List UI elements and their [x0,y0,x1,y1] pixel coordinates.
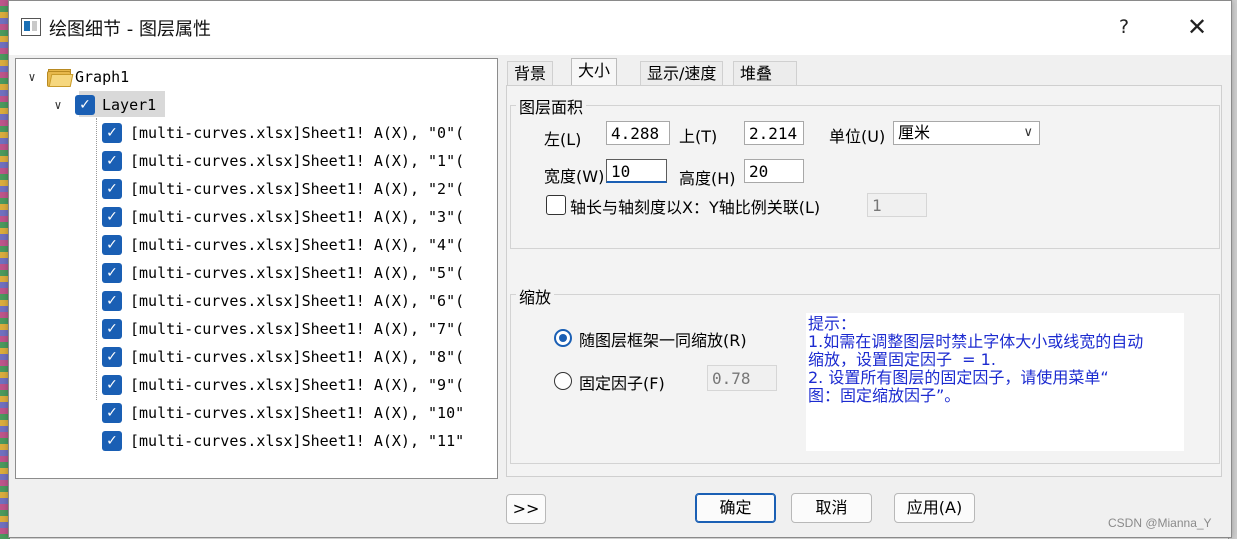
checkbox-checked-icon[interactable]: ✓ [102,151,122,171]
curve-label: [multi-curves.xlsx]Sheet1! A(X), "0"( [130,124,465,142]
axis-ratio-field[interactable]: 1 [867,193,927,217]
checkbox-checked-icon[interactable]: ✓ [102,319,122,339]
title-bar: 绘图细节 - 图层属性 ? ✕ [9,1,1231,55]
curve-label: [multi-curves.xlsx]Sheet1! A(X), "1"( [130,152,465,170]
fixed-factor-field[interactable]: 0.78 [707,365,777,391]
left-label: 左(L) [544,130,582,149]
tab-stack[interactable]: 堆叠 [733,61,797,86]
tree-item-curve[interactable]: ✓ [multi-curves.xlsx]Sheet1! A(X), "0"( [17,120,469,146]
tab-display-speed[interactable]: 显示/速度 [640,61,724,86]
plot-details-dialog: 绘图细节 - 图层属性 ? ✕ ∨ Graph1 ∨ ✓ Layer1 ✓ [mu… [8,0,1232,538]
scaling-title: 缩放 [516,284,555,308]
hint-line: 1.如需在调整图层时禁止字体大小或线宽的自动 [808,332,1144,351]
checkbox-checked-icon[interactable]: ✓ [102,291,122,311]
checkbox-checked-icon[interactable]: ✓ [75,95,95,115]
left-field[interactable]: 4.288 [606,121,670,145]
tree-item-curve[interactable]: ✓ [multi-curves.xlsx]Sheet1! A(X), "6"( [17,288,469,314]
checkbox-checked-icon[interactable]: ✓ [102,235,122,255]
help-button[interactable]: ? [1109,11,1139,43]
link-axis-label: 轴长与轴刻度以X：Y轴比例关联(L) [570,198,821,217]
checkbox-checked-icon[interactable]: ✓ [102,179,122,199]
unit-value: 厘米 [898,123,931,142]
hint-text-box: 提示： 1.如需在调整图层时禁止字体大小或线宽的自动 缩放，设置固定因子 = 1… [806,313,1184,451]
tree-item-curve[interactable]: ✓ [multi-curves.xlsx]Sheet1! A(X), "2"( [17,176,469,202]
tree-item-curve[interactable]: ✓ [multi-curves.xlsx]Sheet1! A(X), "5"( [17,260,469,286]
tab-background[interactable]: 背景 [507,61,554,86]
tree-item-curve[interactable]: ✓ [multi-curves.xlsx]Sheet1! A(X), "3"( [17,204,469,230]
hint-line: 2. 设置所有图层的固定因子，请使用菜单“ [808,368,1109,387]
checkbox-checked-icon[interactable]: ✓ [102,347,122,367]
checkbox-checked-icon[interactable]: ✓ [102,123,122,143]
checkbox-checked-icon[interactable]: ✓ [102,207,122,227]
tree-item-curve[interactable]: ✓ [multi-curves.xlsx]Sheet1! A(X), "8"( [17,344,469,370]
watermark: CSDN @Mianna_Y [1108,516,1212,530]
tree-item-curve[interactable]: ✓ [multi-curves.xlsx]Sheet1! A(X), "10" [17,400,469,426]
tree-item-curve[interactable]: ✓ [multi-curves.xlsx]Sheet1! A(X), "7"( [17,316,469,342]
checkbox-checked-icon[interactable]: ✓ [102,375,122,395]
curve-label: [multi-curves.xlsx]Sheet1! A(X), "4"( [130,236,465,254]
app-icon [21,18,41,36]
layer-tree-panel: ∨ Graph1 ∨ ✓ Layer1 ✓ [multi-curves.xlsx]… [15,58,498,479]
chevron-down-icon[interactable]: ∨ [25,64,39,90]
link-axis-checkbox[interactable] [546,195,566,215]
ok-button[interactable]: 确定 [695,493,776,523]
curve-label: [multi-curves.xlsx]Sheet1! A(X), "2"( [130,180,465,198]
folder-open-icon [47,69,74,87]
checkbox-checked-icon[interactable]: ✓ [102,431,122,451]
height-field[interactable]: 20 [744,159,804,183]
curve-label: [multi-curves.xlsx]Sheet1! A(X), "6"( [130,292,465,310]
layer-area-title: 图层面积 [516,94,587,118]
scale-with-frame-label: 随图层框架一同缩放(R) [579,331,747,350]
width-field[interactable]: 10 [606,159,667,183]
expand-button[interactable]: >> [506,494,546,524]
curve-label: [multi-curves.xlsx]Sheet1! A(X), "8"( [130,348,465,366]
curve-label: [multi-curves.xlsx]Sheet1! A(X), "5"( [130,264,465,282]
hint-line: 提示： [808,314,857,333]
layer-label: Layer1 [102,96,157,114]
curve-label: [multi-curves.xlsx]Sheet1! A(X), "7"( [130,320,465,338]
close-button[interactable]: ✕ [1179,11,1215,43]
top-label: 上(T) [679,127,718,146]
apply-button[interactable]: 应用(A) [894,493,975,523]
fixed-factor-label: 固定因子(F) [579,374,665,393]
curve-label: [multi-curves.xlsx]Sheet1! A(X), "11" [130,432,465,450]
width-label: 宽度(W) [544,167,605,186]
chevron-down-icon[interactable]: ∨ [51,92,65,118]
hint-line: 缩放，设置固定因子 = 1. [808,350,996,369]
height-label: 高度(H) [679,169,736,188]
dialog-title: 绘图细节 - 图层属性 [49,19,211,40]
tree-node-layer[interactable]: ∨ ✓ Layer1 [17,92,457,118]
cancel-button[interactable]: 取消 [791,493,872,523]
fixed-factor-radio[interactable] [554,372,572,390]
graph-label: Graph1 [75,68,130,86]
curve-label: [multi-curves.xlsx]Sheet1! A(X), "10" [130,404,465,422]
tree-node-graph[interactable]: ∨ Graph1 [17,64,457,90]
tree-item-curve[interactable]: ✓ [multi-curves.xlsx]Sheet1! A(X), "9"( [17,372,469,398]
tree-item-curve[interactable]: ✓ [multi-curves.xlsx]Sheet1! A(X), "1"( [17,148,469,174]
tree-item-curve[interactable]: ✓ [multi-curves.xlsx]Sheet1! A(X), "4"( [17,232,469,258]
checkbox-checked-icon[interactable]: ✓ [102,263,122,283]
scale-with-frame-radio[interactable] [554,329,572,347]
hint-line: 图：固定缩放因子”。 [808,386,961,405]
checkbox-checked-icon[interactable]: ✓ [102,403,122,423]
layer-tree[interactable]: ∨ Graph1 ∨ ✓ Layer1 ✓ [multi-curves.xlsx]… [17,60,469,455]
tree-item-curve[interactable]: ✓ [multi-curves.xlsx]Sheet1! A(X), "11" [17,428,469,454]
chevron-down-icon: ∨ [1023,125,1033,140]
unit-label: 单位(U) [829,127,886,146]
curve-label: [multi-curves.xlsx]Sheet1! A(X), "9"( [130,376,465,394]
top-field[interactable]: 2.214 [744,121,804,145]
tab-size[interactable]: 大小 [571,58,618,87]
curve-label: [multi-curves.xlsx]Sheet1! A(X), "3"( [130,208,465,226]
unit-select[interactable]: 厘米 ∨ [893,121,1040,145]
